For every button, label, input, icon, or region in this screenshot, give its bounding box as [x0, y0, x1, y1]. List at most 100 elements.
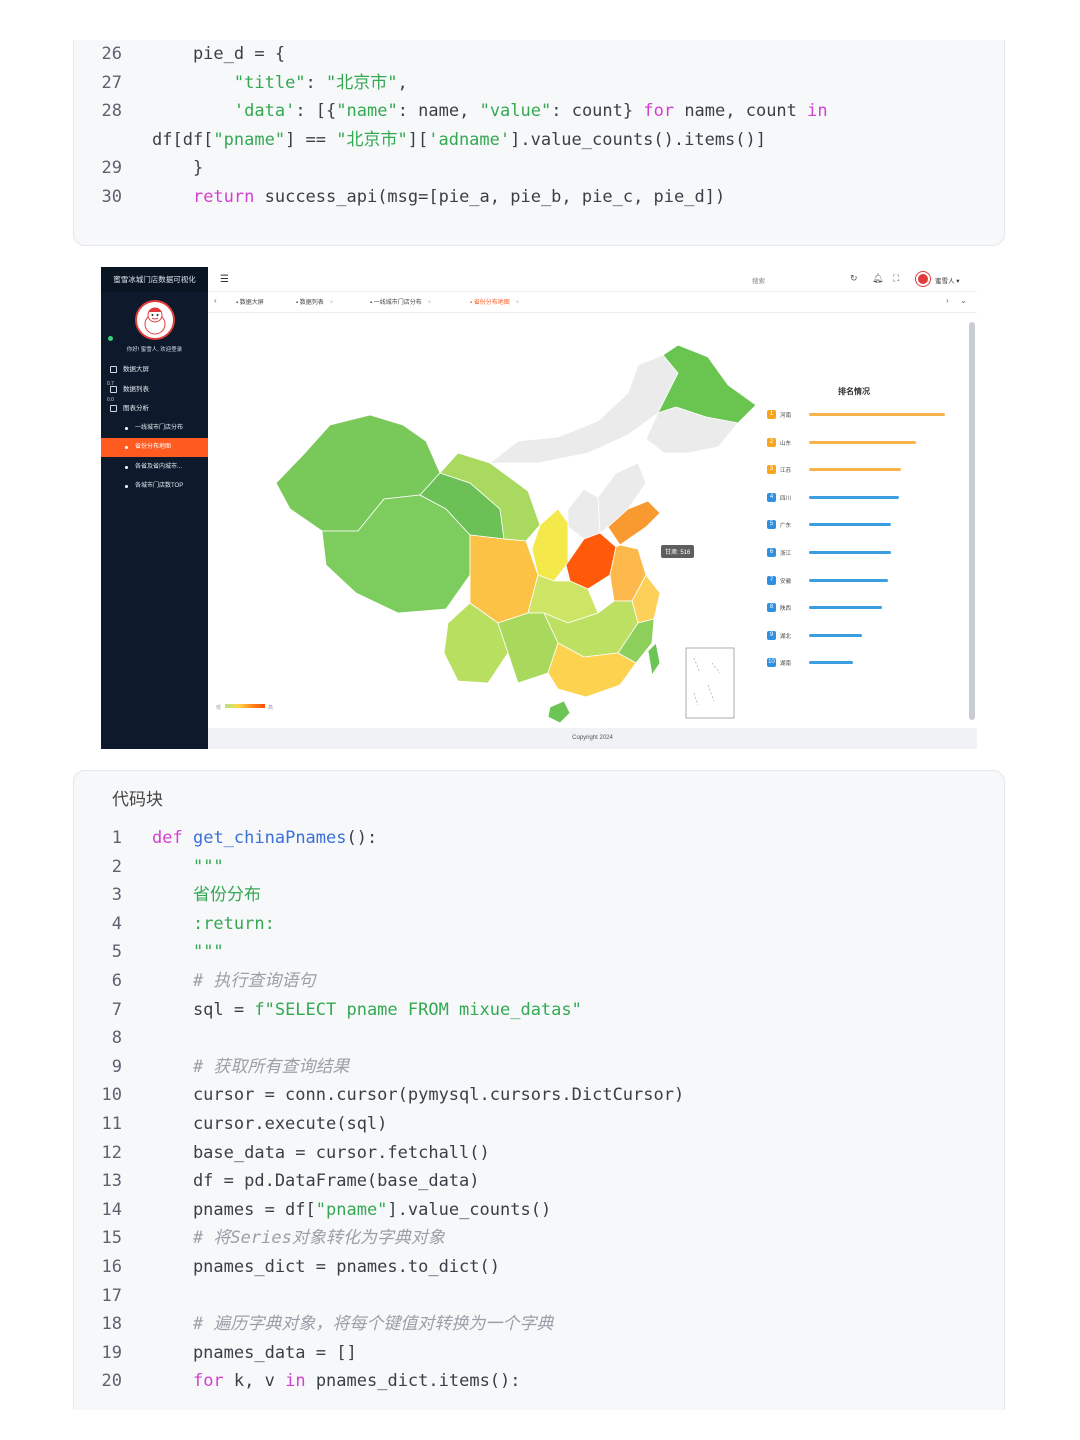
sidebar: 蜜雪冰城门店数据可视化 你好! 蜜雪人, 欢迎登录 数据大屏数据列表图表分析一线… — [101, 267, 208, 749]
line-number: 18 — [101, 1314, 122, 1335]
rank-badge: 2 — [767, 437, 776, 447]
rank-bar — [809, 578, 888, 582]
tab-scroll-right-icon[interactable]: › — [946, 296, 949, 305]
line-number: 11 — [101, 1114, 122, 1134]
ranking-row: 5 广东 — [767, 520, 957, 530]
app-title: 蜜雪冰城门店数据可视化 — [101, 267, 208, 292]
ranking-row: 9 湖北 — [767, 630, 957, 641]
line-number: 5 — [111, 942, 122, 963]
user-name: 蜜雪人 — [935, 278, 955, 285]
sidebar-item[interactable]: 数据大屏 — [101, 360, 208, 379]
ranking-row: 8 陕西 — [767, 603, 957, 613]
code-block-top: 26 pie_d = {27 "title": "北京市", 28 'data':… — [73, 40, 1005, 246]
sidebar-item[interactable]: 数据列表 — [101, 380, 208, 399]
tab[interactable]: ▪ 一线城市门店分布 × — [370, 297, 431, 306]
notification-icon[interactable]: 🔔︎ — [872, 273, 883, 284]
line-number: 20 — [101, 1371, 122, 1392]
code-text: # 将Series对象转化为字典对象 — [192, 1228, 445, 1249]
sidebar-item-label: 省份分布地图 — [135, 444, 172, 450]
line-number: 16 — [101, 1257, 122, 1277]
code-text: """ — [192, 856, 224, 877]
chart-icon — [110, 405, 117, 412]
refresh-icon[interactable]: ↻ — [850, 273, 858, 284]
top-bar: ☰ 搜索 ↻ 🔔︎ ⛶ 蜜雪人 ▾ — [208, 267, 977, 292]
line-number: 10 — [101, 1085, 122, 1106]
online-status-icon — [108, 336, 113, 341]
bullet-icon — [125, 466, 128, 469]
footer-copyright: Copyright 2024 — [208, 728, 977, 749]
sidebar-item[interactable]: 一线城市门店分布 — [101, 419, 208, 438]
hamburger-menu-icon[interactable]: ☰ — [220, 274, 229, 285]
line-number: 17 — [101, 1285, 122, 1306]
sidebar-item[interactable]: 各城市门店数TOP — [101, 477, 208, 496]
tab-dropdown-icon[interactable]: ⌄ — [960, 296, 967, 305]
snowman-logo-icon — [144, 307, 166, 335]
rank-bar — [809, 440, 916, 444]
line-number: 14 — [101, 1199, 122, 1220]
code-text: 省份分布 — [192, 885, 261, 906]
user-menu[interactable]: 蜜雪人 ▾ — [935, 275, 960, 285]
tab-label: ▪ 省份分布地图 — [470, 300, 510, 306]
line-number: 15 — [101, 1228, 122, 1249]
tab-bar: ‹ ▪ 数据大屏 ▪ 数据列表 × ▪ 一线城市门店分布 × ▪ 省份分布地图 × › ⌄ — [208, 292, 977, 313]
line-number: 3 — [111, 885, 122, 906]
line-number: 12 — [101, 1142, 122, 1163]
sidebar-item-label: 数据大屏 — [123, 366, 149, 373]
rank-badge: 4 — [767, 492, 776, 502]
rank-province-name: 陕西 — [780, 606, 792, 613]
code-text: 'data': [{"name": name, "value": count} … — [233, 101, 828, 122]
search-input[interactable]: 搜索 — [752, 275, 765, 285]
bullet-icon — [125, 485, 128, 488]
rank-bar — [809, 661, 853, 665]
greeting: 你好! 蜜雪人, 欢迎登录 — [126, 347, 183, 353]
rank-badge: 7 — [767, 575, 776, 585]
code-text: sql = f"SELECT pname FROM mixue_datas" — [152, 999, 582, 1020]
code-text: } — [152, 158, 204, 179]
color-legend-bar[interactable] — [225, 704, 265, 708]
sidebar-item-label: 图表分析 — [123, 405, 149, 412]
rank-badge: 10 — [767, 658, 776, 668]
tab[interactable]: ▪ 数据大屏 — [236, 297, 264, 306]
legend-high-label: 高 — [268, 705, 274, 711]
tab[interactable]: ▪ 数据列表 × — [296, 297, 333, 306]
code-text: # 获取所有查询结果 — [192, 1056, 350, 1077]
ranking-row: 2 山东 — [767, 437, 957, 448]
line-number: 29 — [101, 158, 122, 179]
user-avatar[interactable] — [916, 272, 930, 286]
tab[interactable]: ▪ 省份分布地图 × — [470, 297, 519, 306]
province-map-chart: 甘肃: 516 排名情况 1 河南 2 山东 3 江苏 4 四川 5 广东 6 浙江 7 安徽 8 陕西 9 湖北… — [208, 313, 968, 728]
rank-badge: 8 — [767, 603, 776, 613]
tab-close-icon[interactable]: × — [516, 300, 520, 306]
list-icon — [110, 386, 117, 393]
scrollbar-thumb[interactable] — [969, 322, 975, 720]
line-number: 9 — [111, 1056, 122, 1077]
tab-close-icon[interactable]: × — [428, 300, 432, 306]
code-text: df = pd.DataFrame(base_data) — [152, 1171, 480, 1192]
line-number: 7 — [111, 999, 122, 1020]
tab-label: ▪ 一线城市门店分布 — [370, 300, 422, 306]
code-text: return success_api(msg=[pie_a, pie_b, pi… — [192, 187, 726, 207]
code-text: """ — [192, 942, 224, 963]
sidebar-item[interactable]: 各省及省内城市... — [101, 458, 208, 477]
bullet-icon — [125, 446, 128, 449]
sidebar-item[interactable]: 图表分析 — [101, 399, 208, 418]
dashboard-screenshot: 蜜雪冰城门店数据可视化 你好! 蜜雪人, 欢迎登录 数据大屏数据列表图表分析一线… — [101, 267, 977, 749]
ranking-row: 4 四川 — [767, 492, 957, 503]
line-number: 13 — [101, 1171, 122, 1192]
rank-province-name: 四川 — [780, 495, 792, 502]
fullscreen-icon[interactable]: ⛶ — [893, 273, 899, 284]
sidebar-item[interactable]: 省份分布地图 — [101, 438, 208, 457]
tab-close-icon[interactable]: × — [330, 300, 334, 306]
tab-scroll-left-icon[interactable]: ‹ — [214, 296, 217, 305]
rank-badge: 3 — [767, 465, 776, 475]
code-text: df[df["pname"] == "北京市"]['adname'].value… — [152, 129, 766, 150]
rank-bar — [809, 551, 891, 554]
code-text: # 执行查询语句 — [192, 971, 316, 991]
code-text: pnames_data = [] — [152, 1342, 357, 1363]
code-text: cursor.execute(sql) — [152, 1114, 388, 1134]
rank-bar — [809, 606, 882, 610]
rank-badge: 6 — [767, 548, 776, 557]
line-number: 1 — [111, 828, 122, 848]
rank-province-name: 安徽 — [780, 578, 792, 585]
code-text: pnames = df["pname"].value_counts() — [152, 1199, 552, 1220]
